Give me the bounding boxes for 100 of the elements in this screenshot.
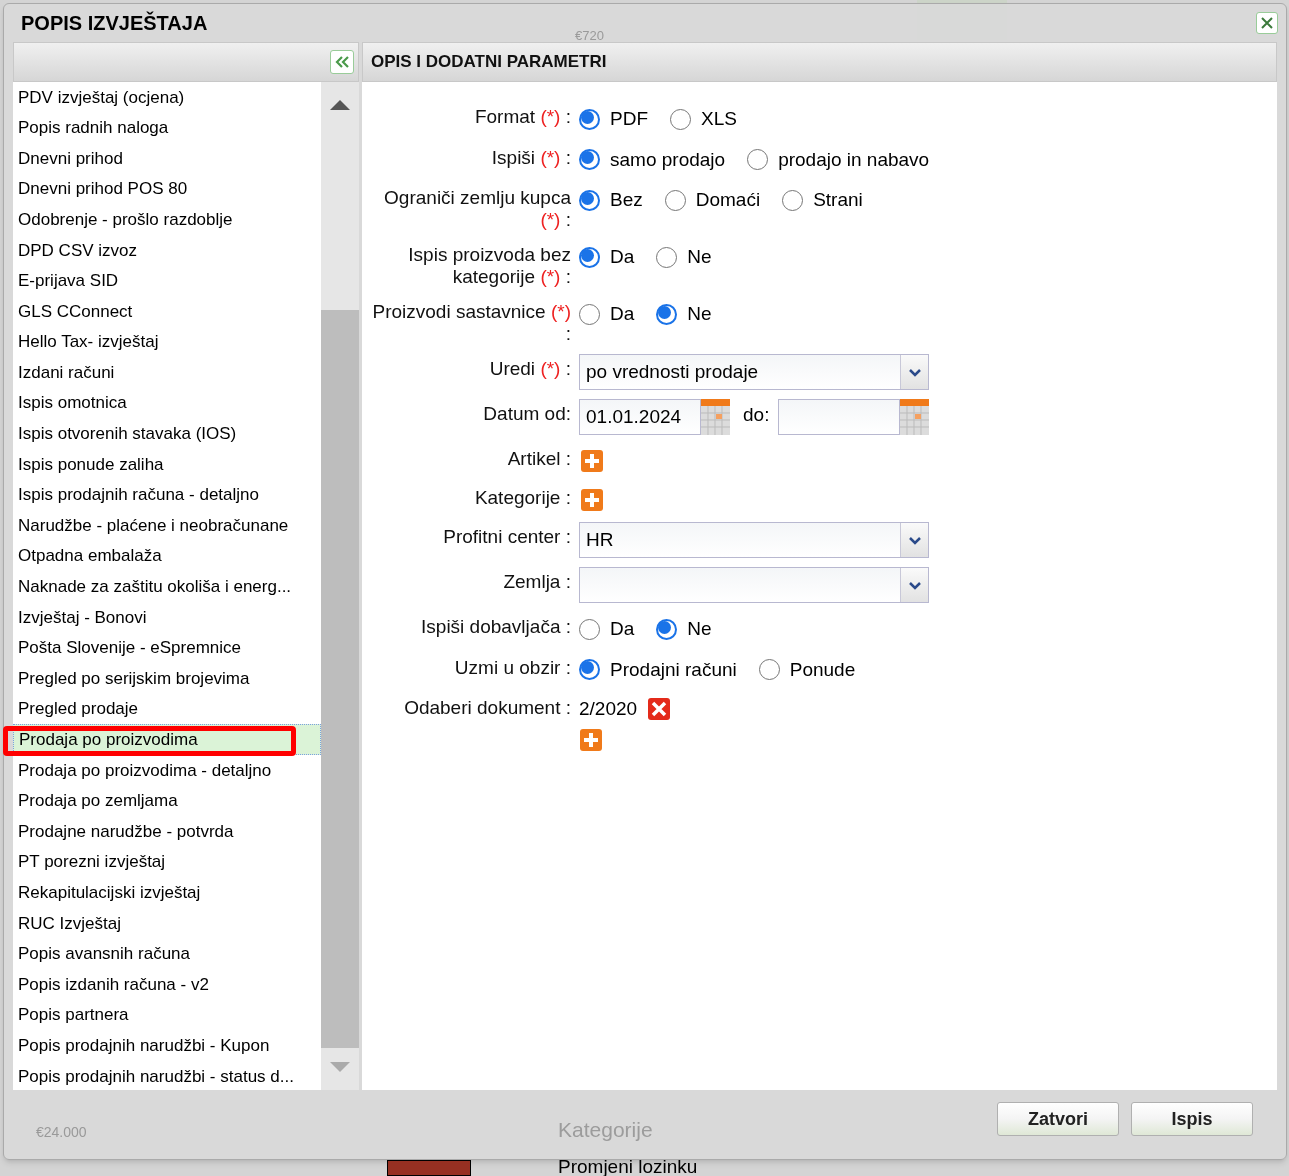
radio-button[interactable]: [747, 149, 769, 171]
radio-button[interactable]: [656, 618, 678, 640]
report-item[interactable]: Dnevni prihod: [13, 143, 321, 174]
field-label: Ispiši (*) :: [490, 145, 572, 169]
dropdown-field[interactable]: po vrednosti prodaje: [579, 354, 929, 390]
date-field[interactable]: [778, 399, 901, 435]
option-label[interactable]: Ne: [687, 300, 712, 329]
option-label[interactable]: Da: [610, 300, 635, 329]
report-item[interactable]: Rekapitulacijski izvještaj: [13, 877, 321, 909]
report-item[interactable]: Dnevni prihod POS 80: [13, 173, 321, 205]
radio-button[interactable]: [579, 108, 600, 130]
option-label[interactable]: Ponude: [789, 655, 856, 684]
report-item[interactable]: Izdani računi: [13, 357, 321, 388]
report-item[interactable]: Popis avansnih računa: [13, 938, 321, 970]
option-label[interactable]: Ne: [687, 615, 712, 644]
close-icon: [1260, 16, 1274, 30]
chevron-down-icon: [907, 367, 922, 377]
option-label[interactable]: Prodajni računi: [610, 655, 737, 684]
radio-button[interactable]: [656, 246, 678, 268]
radio-button[interactable]: [758, 659, 780, 681]
report-item[interactable]: Prodaja po proizvodima - detaljno: [13, 755, 321, 786]
scrollbar[interactable]: [321, 82, 359, 1090]
report-item[interactable]: Popis izdanih računa - v2: [13, 969, 321, 1000]
field-label: Format (*) :: [473, 105, 572, 128]
report-item[interactable]: Naknade za zaštitu okoliša i energ...: [13, 571, 321, 603]
date-field[interactable]: 01.01.2024: [579, 399, 701, 435]
report-item[interactable]: E-prijava SID: [13, 265, 321, 297]
report-item[interactable]: Prodaja po zemljama: [13, 785, 321, 817]
radio-button[interactable]: [579, 189, 600, 211]
dropdown-field[interactable]: HR: [579, 522, 929, 558]
chevron-down-icon: [907, 580, 922, 590]
radio-button[interactable]: [664, 189, 686, 211]
field-label: Ispiši dobavljača :: [420, 615, 572, 638]
option-label[interactable]: Domaći: [695, 186, 761, 215]
report-item[interactable]: Narudžbe - plaćene i neobračunane: [13, 510, 321, 541]
report-item[interactable]: PT porezni izvještaj: [13, 846, 321, 878]
option-label[interactable]: Da: [610, 615, 635, 644]
report-item[interactable]: Otpadna embalaža: [13, 540, 321, 572]
option-label[interactable]: prodajo in nabavo: [778, 145, 930, 174]
calendar-icon[interactable]: [900, 399, 930, 435]
report-item[interactable]: Popis prodajnih narudžbi - Kupon: [13, 1030, 321, 1061]
calendar-icon[interactable]: [701, 399, 730, 435]
radio-button[interactable]: [579, 303, 600, 325]
field-label: Zemlja :: [502, 570, 572, 593]
radio-button[interactable]: [782, 189, 804, 211]
dropdown-button[interactable]: [900, 355, 928, 389]
report-item[interactable]: Pregled po serijskim brojevima: [13, 663, 321, 694]
close-button[interactable]: [1256, 12, 1278, 34]
document-number: 2/2020: [579, 697, 638, 721]
radio-button[interactable]: [656, 303, 678, 325]
report-item[interactable]: Popis partnera: [13, 999, 321, 1031]
radio-button[interactable]: [670, 108, 691, 130]
field-label: Ispis proizvoda bez kategorije (*) :: [407, 243, 572, 288]
radio-button[interactable]: [579, 149, 600, 171]
report-item[interactable]: Izvještaj - Bonovi: [13, 602, 321, 633]
option-label[interactable]: PDF: [610, 105, 648, 134]
report-item[interactable]: Ispis prodajnih računa - detaljno: [13, 479, 321, 511]
dropdown-button[interactable]: [900, 568, 928, 602]
field-label: Kategorije :: [473, 486, 572, 509]
add-icon[interactable]: [579, 727, 603, 752]
report-item[interactable]: Hello Tax- izvještaj: [13, 326, 321, 358]
dialog-title: POPIS IZVJEŠTAJA: [21, 10, 208, 36]
option-label[interactable]: Ne: [687, 243, 712, 272]
scrollbar-thumb[interactable]: [321, 310, 359, 1048]
report-item[interactable]: Odobrenje - prošlo razdoblje: [13, 204, 321, 235]
report-item[interactable]: Ispis ponude zaliha: [13, 449, 321, 480]
report-item[interactable]: Pošta Slovenije - eSpremnice: [13, 632, 321, 664]
report-item[interactable]: GLS CConnect: [13, 296, 321, 327]
field-label: Profitni center :: [442, 525, 572, 548]
option-label[interactable]: Da: [610, 243, 635, 272]
report-item[interactable]: RUC Izvještaj: [13, 908, 321, 939]
collapse-button[interactable]: [330, 50, 354, 74]
scroll-up-icon[interactable]: [330, 98, 350, 110]
option-label[interactable]: Strani: [813, 186, 863, 215]
dialog-button[interactable]: Ispis: [1131, 1102, 1253, 1136]
option-label[interactable]: XLS: [701, 105, 737, 134]
background-value: €720: [575, 27, 604, 45]
add-icon[interactable]: [580, 488, 604, 512]
report-item[interactable]: Ispis omotnica: [13, 387, 321, 419]
report-item[interactable]: Pregled prodaje: [13, 693, 321, 725]
report-item[interactable]: DPD CSV izvoz: [13, 234, 321, 266]
report-item[interactable]: Prodajne narudžbe - potvrda: [13, 816, 321, 847]
field-label: Uredi (*) :: [488, 357, 572, 380]
report-item[interactable]: Popis radnih naloga: [13, 112, 321, 144]
report-item[interactable]: PDV izvještaj (ocjena): [13, 82, 321, 113]
add-icon[interactable]: [580, 449, 604, 473]
report-item[interactable]: Popis prodajnih narudžbi - status d...: [13, 1061, 321, 1090]
radio-button[interactable]: [579, 659, 600, 681]
dialog-button[interactable]: Zatvori: [997, 1102, 1119, 1136]
report-item[interactable]: Ispis otvorenih stavaka (IOS): [13, 418, 321, 450]
dropdown-field[interactable]: [579, 567, 929, 603]
remove-icon[interactable]: [647, 697, 672, 722]
scroll-down-icon[interactable]: [330, 1062, 350, 1074]
radio-button[interactable]: [579, 618, 600, 640]
radio-button[interactable]: [579, 246, 600, 268]
field-label: Datum od:: [482, 402, 572, 425]
dropdown-button[interactable]: [900, 523, 928, 557]
option-label[interactable]: Bez: [610, 186, 643, 215]
field-label: Odaberi dokument :: [403, 696, 572, 719]
option-label[interactable]: samo prodajo: [610, 145, 726, 174]
